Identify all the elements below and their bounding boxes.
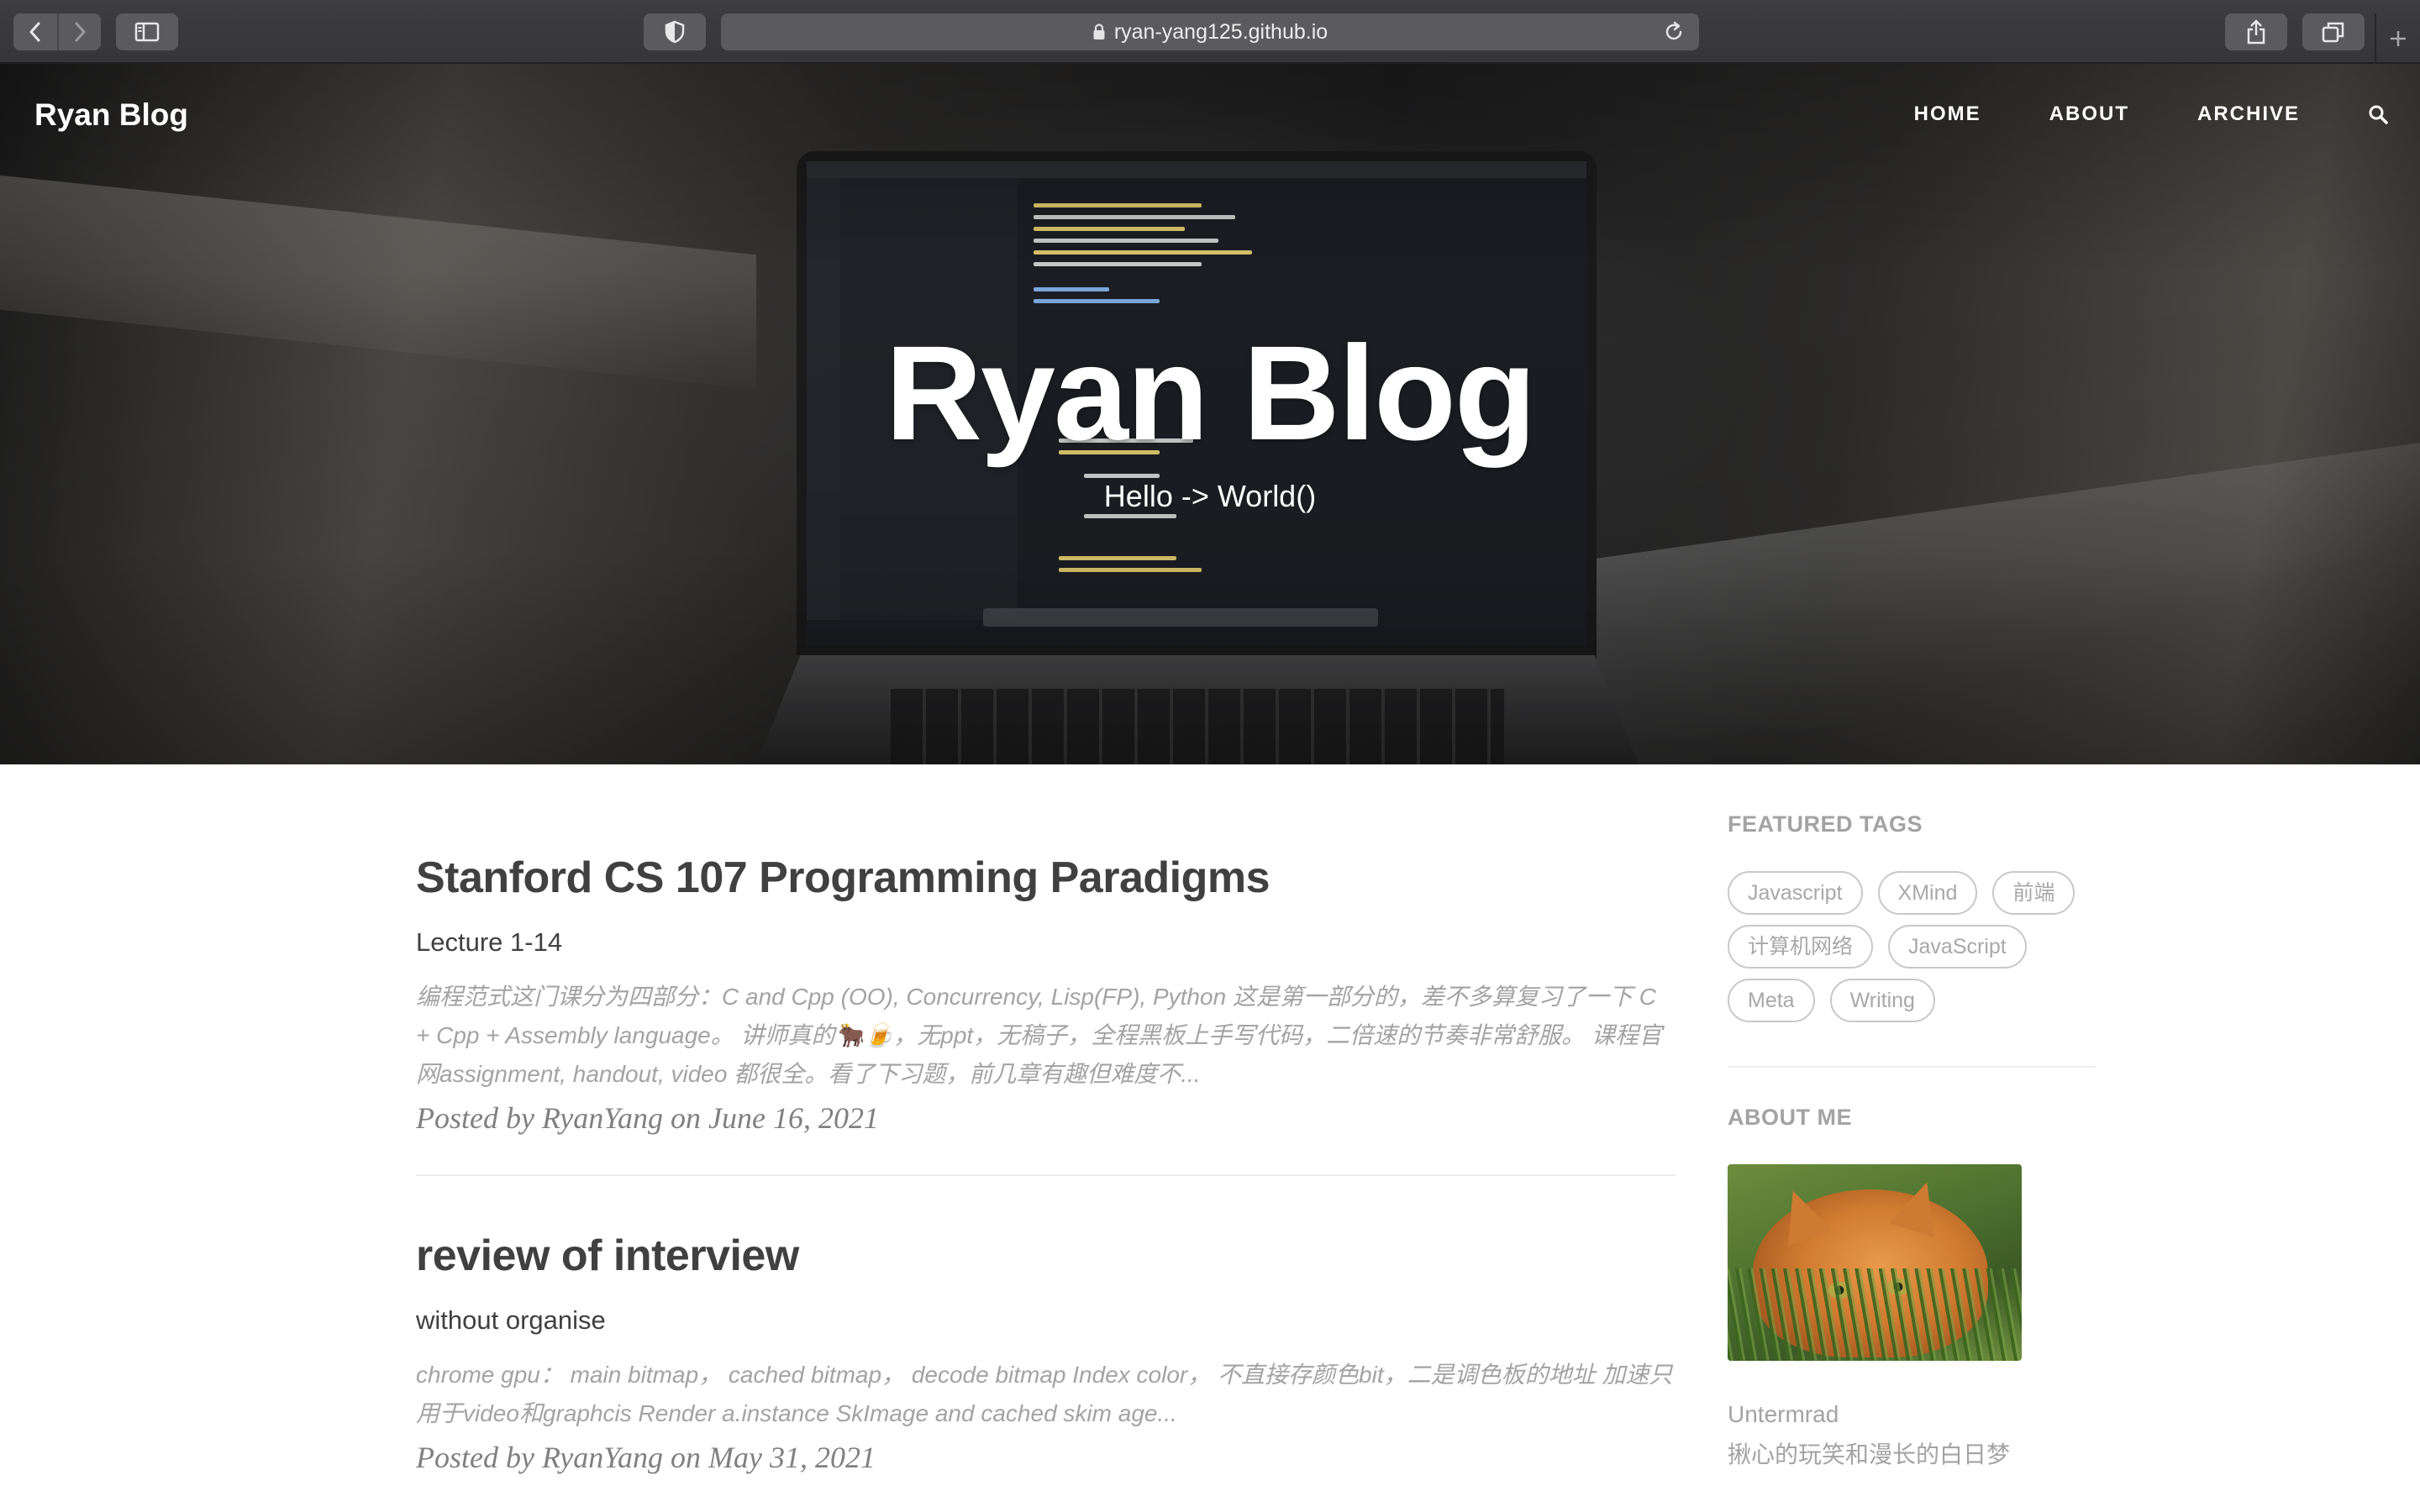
post-excerpt[interactable]: 编程范式这门课分为四部分：C and Cpp (OO), Concurrency… [416,978,1676,1094]
plus-icon [2391,31,2406,46]
sidebar-icon [134,22,160,42]
tab-overview-button[interactable] [2302,13,2365,50]
tag-computer-network[interactable]: 计算机网络 [1728,925,1874,969]
back-button[interactable] [13,13,57,50]
avatar [1728,1164,2022,1361]
chevron-left-icon [29,22,40,42]
hero-header: Ryan Blog HOME ABOUT ARCHIVE Ryan Blog H… [0,64,2420,764]
hero-title: Ryan Blog [885,318,1536,468]
post-preview[interactable]: review of interview without organise chr… [416,1226,1676,1478]
search-icon[interactable] [2368,104,2388,124]
nav-about[interactable]: ABOUT [2049,102,2129,126]
featured-tags: Javascript XMind 前端 计算机网络 JavaScript Met… [1728,871,2096,1032]
forward-button[interactable] [57,13,101,50]
new-tab-button[interactable] [2375,13,2420,64]
post-divider [416,1174,1676,1176]
share-icon [2247,19,2265,45]
reload-icon[interactable] [1662,20,1686,44]
about-bio: 揪心的玩笑和漫长的白日梦 [1728,1441,2011,1467]
post-list: Stanford CS 107 Programming Paradigms Le… [416,848,1676,1478]
browser-toolbar: ryan-yang125.github.io [0,0,2420,64]
post-title[interactable]: review of interview [416,1226,1676,1285]
nav-archive[interactable]: ARCHIVE [2197,102,2300,126]
about-me-heading: ABOUT ME [1728,1105,1852,1130]
share-button[interactable] [2225,13,2287,50]
sidebar-toggle-button[interactable] [116,13,178,50]
sidebar: FEATURED TAGS Javascript XMind 前端 计算机网络 … [1728,811,2096,1470]
tag-xmind[interactable]: XMind [1877,871,1978,915]
post-meta: Posted by RyanYang on May 31, 2021 [416,1441,876,1474]
post-excerpt[interactable]: chrome gpu： main bitmap， cached bitmap， … [416,1356,1676,1433]
tag-frontend[interactable]: 前端 [1992,871,2075,915]
tag-javascript-alt[interactable]: JavaScript [1888,925,2027,969]
sidebar-divider [1728,1066,2096,1068]
url-text: ryan-yang125.github.io [1113,19,1328,44]
post-meta: Posted by RyanYang on June 16, 2021 [416,1101,879,1135]
tag-javascript[interactable]: Javascript [1728,871,1863,915]
site-nav: HOME ABOUT ARCHIVE [1914,102,2420,126]
tabs-icon [2322,22,2344,43]
site-logo[interactable]: Ryan Blog [34,97,188,133]
nav-home[interactable]: HOME [1914,102,1981,126]
chevron-right-icon [75,22,86,42]
about-name: Untermrad [1728,1401,1839,1427]
history-nav [13,13,101,50]
featured-tags-heading: FEATURED TAGS [1728,811,1923,837]
hero-subtitle: Hello -> World() [1103,479,1317,513]
post-subtitle[interactable]: Lecture 1-14 [416,926,1676,959]
privacy-report-button[interactable] [644,13,706,50]
post-title[interactable]: Stanford CS 107 Programming Paradigms [416,848,1676,907]
tag-writing[interactable]: Writing [1829,979,1935,1022]
address-bar[interactable]: ryan-yang125.github.io [721,13,1699,50]
shield-icon [665,20,685,44]
tag-meta[interactable]: Meta [1728,979,1815,1022]
post-preview[interactable]: Stanford CS 107 Programming Paradigms Le… [416,848,1676,1139]
lock-icon [1093,24,1105,39]
post-subtitle[interactable]: without organise [416,1304,1676,1337]
